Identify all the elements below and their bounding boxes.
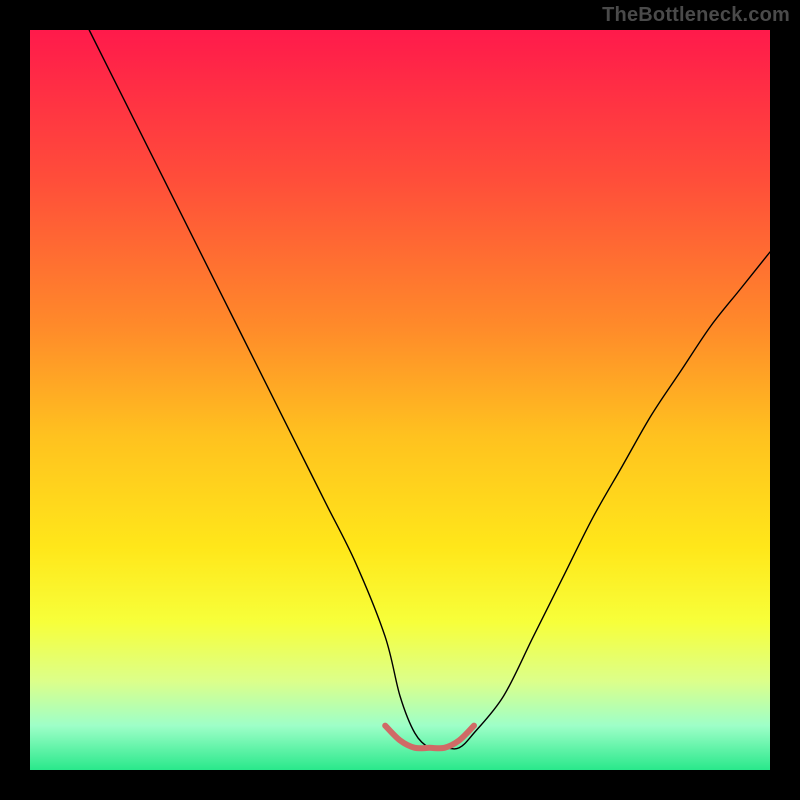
chart-stage: TheBottleneck.com: [0, 0, 800, 800]
bottleneck-chart: [0, 0, 800, 800]
plot-background: [30, 30, 770, 770]
watermark-label: TheBottleneck.com: [602, 4, 790, 27]
